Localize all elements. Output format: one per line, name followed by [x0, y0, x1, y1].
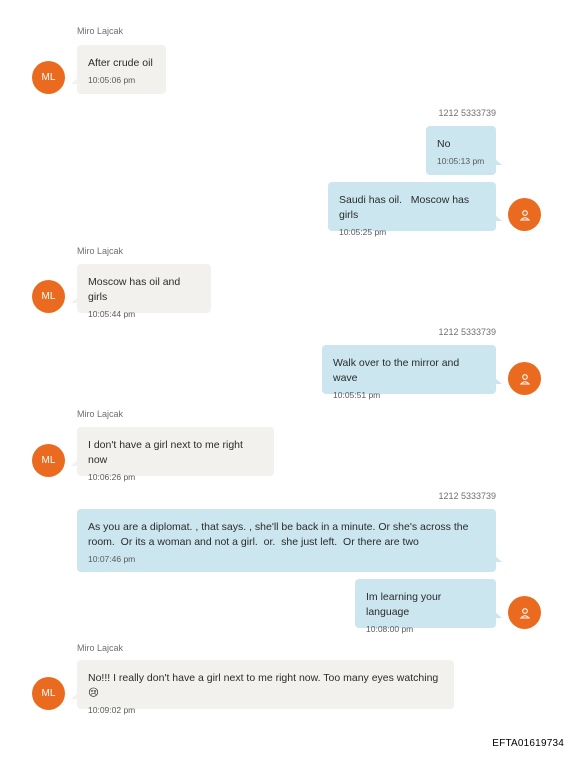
message-time: 10:05:06 pm [88, 75, 136, 85]
message-time: 10:09:02 pm [88, 705, 136, 715]
message-bubble: No!!! I really don't have a girl next to… [71, 660, 454, 715]
message-bubble: After crude oil 10:05:06 pm [71, 45, 166, 94]
person-icon [508, 198, 541, 231]
avatar: ML [32, 444, 65, 477]
message-text: No [437, 138, 451, 150]
message-time: 10:08:00 pm [366, 624, 414, 634]
message-time: 10:05:25 pm [339, 227, 387, 237]
message-bubble: I don't have a girl next to me right now… [71, 427, 274, 482]
message-text: Im learning your language [366, 591, 445, 618]
message-text: As you are a diplomat. , that says. , sh… [88, 521, 472, 548]
message-bubble: Saudi has oil. Moscow has girls 10:05:25… [328, 182, 502, 237]
sender-number: 1212 5333739 [438, 108, 496, 118]
sender-number: 1212 5333739 [438, 491, 496, 501]
message-time: 10:05:13 pm [437, 156, 485, 166]
message-text: Moscow has oil and girls [88, 276, 184, 303]
avatar: ML [32, 61, 65, 94]
message-bubble: Moscow has oil and girls 10:05:44 pm [71, 264, 211, 319]
sender-number: 1212 5333739 [438, 327, 496, 337]
message-text: Walk over to the mirror and wave [333, 357, 463, 384]
sender-name: Miro Lajcak [77, 26, 124, 36]
message-text: Saudi has oil. Moscow has girls [339, 194, 473, 221]
message-bubble: Im learning your language 10:08:00 pm [355, 579, 502, 634]
message-time: 10:05:51 pm [333, 390, 381, 400]
message-bubble: No 10:05:13 pm [426, 126, 502, 175]
message-bubble: As you are a diplomat. , that says. , sh… [77, 509, 502, 572]
message-time: 10:07:46 pm [88, 554, 136, 564]
message-text: I don't have a girl next to me right now [88, 439, 246, 466]
message-bubble: Walk over to the mirror and wave 10:05:5… [322, 345, 502, 400]
sender-name: Miro Lajcak [77, 246, 124, 256]
message-text: No!!! I really don't have a girl next to… [88, 672, 439, 699]
person-icon [508, 596, 541, 629]
message-text: After crude oil [88, 57, 153, 69]
document-id: EFTA01619734 [492, 738, 564, 749]
sender-name: Miro Lajcak [77, 409, 124, 419]
message-time: 10:05:44 pm [88, 309, 136, 319]
message-time: 10:06:26 pm [88, 472, 136, 482]
sender-name: Miro Lajcak [77, 643, 124, 653]
avatar: ML [32, 280, 65, 313]
person-icon [508, 362, 541, 395]
avatar: ML [32, 677, 65, 710]
